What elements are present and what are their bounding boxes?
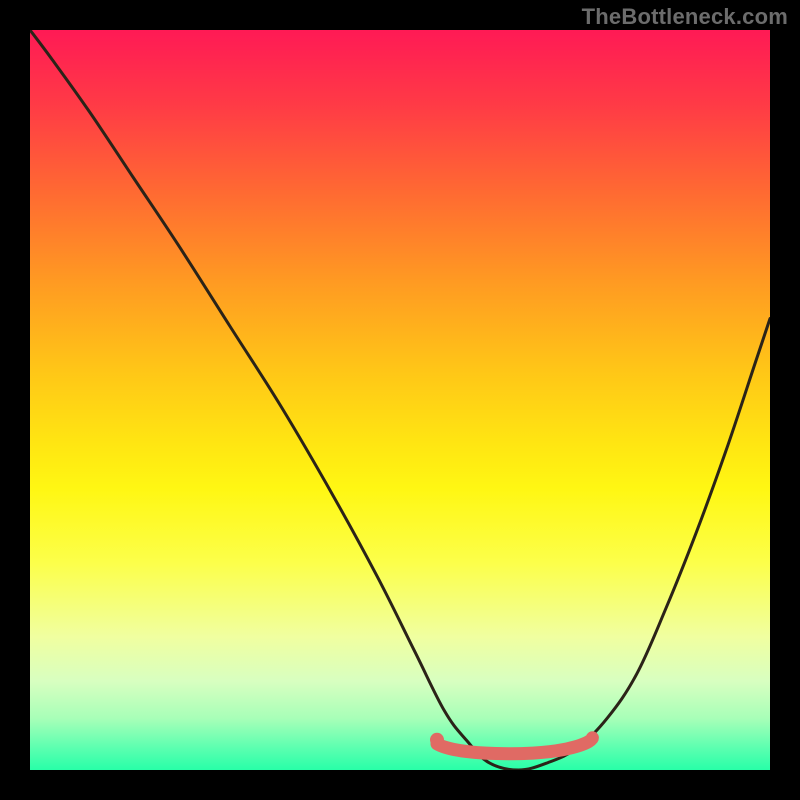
chart-overlay	[30, 30, 770, 770]
optimal-range-start-dot	[430, 733, 444, 747]
plot-area	[30, 30, 770, 770]
optimal-range-marker	[437, 738, 592, 754]
watermark-label: TheBottleneck.com	[582, 4, 788, 30]
bottleneck-curve	[30, 30, 770, 770]
chart-container: TheBottleneck.com	[0, 0, 800, 800]
